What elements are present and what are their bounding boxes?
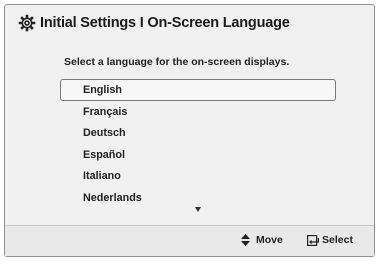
language-option-francais[interactable]: Français — [60, 101, 336, 123]
gear-icon — [18, 14, 36, 32]
language-option-italiano[interactable]: Italiano — [60, 165, 336, 187]
up-down-arrow-icon — [241, 234, 250, 246]
scroll-down-arrow-icon[interactable] — [195, 207, 201, 212]
language-option-deutsch[interactable]: Deutsch — [60, 122, 336, 144]
select-hint: Select — [307, 234, 353, 246]
title-bar: Initial Settings I On-Screen Language — [5, 5, 374, 41]
page-title: Initial Settings I On-Screen Language — [40, 15, 290, 31]
language-option-english[interactable]: English — [60, 79, 336, 101]
move-hint: Move — [241, 234, 283, 246]
language-list: English Français Deutsch Español Italian… — [60, 79, 336, 208]
move-label: Move — [256, 234, 283, 246]
enter-icon — [307, 234, 319, 246]
instruction-text: Select a language for the on-screen disp… — [64, 56, 290, 68]
settings-dialog: Initial Settings I On-Screen Language Se… — [4, 4, 375, 257]
language-option-espanol[interactable]: Español — [60, 144, 336, 166]
language-option-nederlands[interactable]: Nederlands — [60, 187, 336, 209]
footer-bar: Move Select — [5, 225, 374, 256]
select-label: Select — [322, 234, 353, 246]
